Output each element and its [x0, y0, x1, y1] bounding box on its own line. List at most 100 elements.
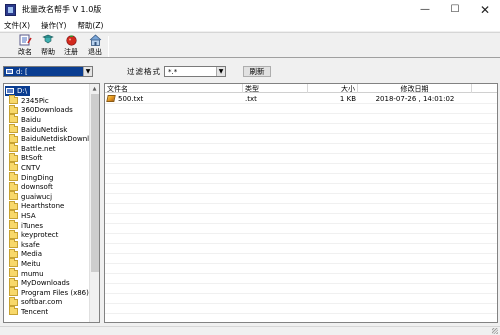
status-bar	[0, 326, 500, 335]
folder-icon	[9, 220, 18, 230]
drive-icon	[6, 69, 13, 74]
tree-item[interactable]: MyDownloads	[9, 277, 70, 288]
folder-icon	[9, 210, 18, 220]
register-icon	[65, 34, 78, 46]
row-gridline	[105, 173, 497, 174]
column-header-size[interactable]: 大小	[308, 84, 358, 93]
folder-icon	[9, 306, 18, 316]
tree-item-label: Tencent	[21, 307, 49, 316]
row-gridline	[105, 283, 497, 284]
row-gridline	[105, 303, 497, 304]
tree-item-label: iTunes	[21, 221, 43, 230]
folder-icon	[9, 181, 18, 191]
resize-grip-icon[interactable]	[492, 328, 498, 334]
tree-item[interactable]: DingDing	[9, 172, 54, 183]
folder-icon	[9, 277, 18, 287]
menu-operation[interactable]: 操作(Y)	[41, 20, 66, 31]
tree-item-label: BtSoft	[21, 154, 43, 163]
folder-icon	[9, 172, 18, 182]
filter-select[interactable]: *.* ▼	[164, 66, 226, 77]
tree-item[interactable]: Battle.net	[9, 143, 56, 154]
tree-item[interactable]: downsoft	[9, 181, 53, 192]
app-icon	[5, 3, 16, 16]
column-header-type[interactable]: 类型	[243, 84, 308, 93]
window-controls: — ☐ ✕	[410, 0, 500, 19]
register-button[interactable]: 注册	[61, 34, 81, 57]
row-gridline	[105, 253, 497, 254]
column-header-name[interactable]: 文件名	[105, 84, 243, 93]
text-file-icon	[106, 95, 116, 102]
tree-scrollbar[interactable]: ▲	[89, 84, 99, 322]
folder-icon	[9, 124, 18, 134]
tree-item-label: softbar.com	[21, 298, 63, 307]
maximize-button[interactable]: ☐	[440, 0, 470, 19]
folder-icon	[9, 95, 18, 105]
title-bar: 批量改名帮手 V 1.0版 — ☐ ✕	[0, 0, 500, 19]
table-row[interactable]: 500.txt .txt 1 KB 2018-07-26 , 14:01:02	[105, 94, 497, 103]
register-label: 注册	[64, 48, 78, 56]
exit-button[interactable]: 退出	[85, 34, 105, 57]
folder-icon	[9, 200, 18, 210]
folder-icon	[9, 248, 18, 258]
scroll-up-icon[interactable]: ▲	[90, 84, 99, 93]
tree-item-label: 360Downloads	[21, 106, 73, 115]
row-gridline	[105, 293, 497, 294]
row-gridline	[105, 113, 497, 114]
help-icon	[41, 34, 55, 46]
tree-item-label: HSA	[21, 211, 36, 220]
tree-root-label: D:\	[17, 86, 28, 95]
tree-item[interactable]: guaiwucj	[9, 191, 52, 202]
rename-button[interactable]: 改名	[15, 34, 35, 57]
toolbar-separator	[108, 36, 109, 57]
tree-item-label: CNTV	[21, 163, 41, 172]
chevron-down-icon[interactable]: ▼	[83, 67, 92, 76]
row-gridline	[105, 123, 497, 124]
filter-label: 过滤格式	[127, 67, 161, 76]
minimize-button[interactable]: —	[410, 0, 440, 19]
chevron-down-icon[interactable]: ▼	[216, 67, 225, 76]
menu-help[interactable]: 帮助(Z)	[77, 20, 103, 31]
scroll-thumb[interactable]	[91, 94, 99, 272]
help-button[interactable]: 帮助	[38, 34, 58, 57]
folder-icon	[9, 104, 18, 114]
folder-tree[interactable]: D:\ 2345Pic 360Downloads Baidu BaiduNetd…	[3, 83, 100, 323]
tree-root[interactable]: D:\	[5, 86, 31, 96]
tree-item[interactable]: softbar.com	[9, 296, 63, 308]
folder-icon	[9, 296, 18, 306]
drive-select[interactable]: d: [ ▼	[3, 66, 93, 77]
tree-item-label: 2345Pic	[21, 96, 49, 105]
menu-bar: 文件(X) 操作(Y) 帮助(Z)	[0, 19, 500, 31]
file-name: 500.txt	[118, 94, 144, 103]
row-gridline	[105, 153, 497, 154]
tree-item[interactable]: Program Files (x86)	[9, 287, 89, 298]
close-button[interactable]: ✕	[470, 0, 500, 19]
row-gridline	[105, 193, 497, 194]
tree-item-label: MyDownloads	[21, 279, 70, 288]
tree-item[interactable]: Tencent	[9, 306, 49, 317]
folder-icon	[9, 162, 18, 172]
tree-item[interactable]: 360Downloads	[9, 104, 73, 116]
tree-item-label: Program Files (x86)	[21, 288, 89, 297]
row-gridline	[105, 313, 497, 314]
tree-item[interactable]: Hearthstone	[9, 200, 64, 212]
row-gridline	[105, 163, 497, 164]
tree-item[interactable]: BaiduNetdiskDownload	[9, 133, 99, 144]
tree-item-label: mumu	[21, 269, 44, 278]
folder-icon	[9, 114, 18, 124]
row-gridline	[105, 103, 497, 104]
help-label: 帮助	[41, 48, 55, 56]
folder-icon	[9, 143, 18, 153]
tree-item[interactable]: keyprotect	[9, 229, 58, 240]
folder-icon	[9, 133, 18, 143]
tree-item-label: downsoft	[21, 183, 53, 192]
drive-value: d: [	[4, 67, 83, 76]
tree-item-label: Meitu	[21, 259, 41, 268]
menu-file[interactable]: 文件(X)	[4, 20, 30, 31]
tree-item[interactable]: BaiduNetdisk	[9, 124, 67, 135]
file-list[interactable]: 文件名 类型 大小 修改日期 500.txt .txt 1 KB 2018-07…	[104, 83, 498, 323]
refresh-button[interactable]: 刷新	[243, 66, 271, 77]
row-gridline	[105, 243, 497, 244]
tree-item-label: DingDing	[21, 173, 54, 182]
column-header-modified[interactable]: 修改日期	[358, 84, 472, 93]
file-modified: 2018-07-26 , 14:01:02	[375, 94, 455, 103]
